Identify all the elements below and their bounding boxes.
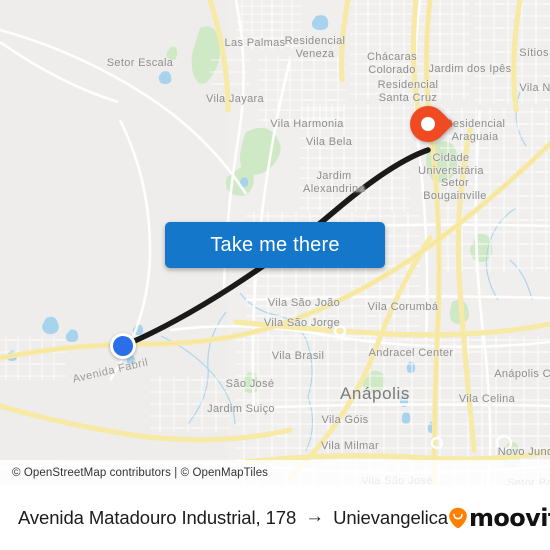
trip-origin-label: Avenida Matadouro Industrial, 178 — [18, 506, 297, 528]
attribution-text: © OpenStreetMap contributors | © OpenMap… — [12, 466, 269, 479]
arrow-right-icon: → — [305, 506, 325, 527]
trip-summary: Avenida Matadouro Industrial, 178 → Unie… — [18, 507, 448, 529]
moovit-logo[interactable]: moovit — [448, 506, 550, 530]
trip-destination-label: Unievangelica — [333, 506, 448, 528]
trip-footer: Avenida Matadouro Industrial, 178 → Unie… — [0, 485, 550, 550]
moovit-trip-map-screen: Setor Escala Las Palmas Vila Jayara Residen… — [0, 0, 550, 550]
pin-hole — [421, 117, 435, 131]
origin-marker[interactable] — [110, 333, 136, 359]
map-canvas[interactable]: Setor Escala Las Palmas Vila Jayara Residen… — [0, 0, 550, 485]
take-me-there-button[interactable]: Take me there — [165, 222, 385, 268]
moovit-wordmark: moovit — [469, 503, 550, 532]
map-attribution: © OpenStreetMap contributors | © OpenMap… — [0, 460, 550, 485]
destination-pin[interactable] — [402, 98, 454, 154]
moovit-pin-icon — [449, 507, 467, 528]
